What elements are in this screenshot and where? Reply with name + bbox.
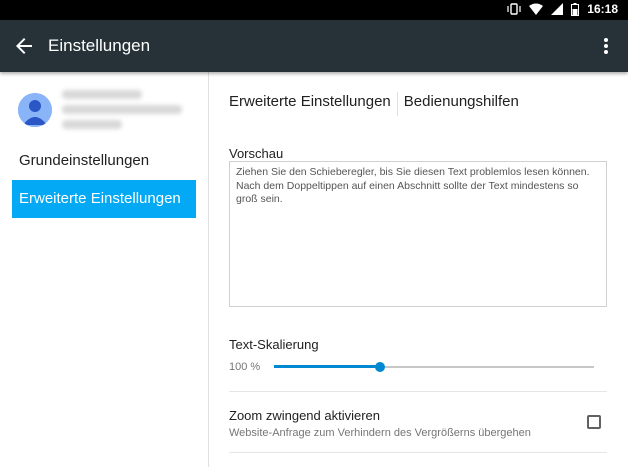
force-zoom-title: Zoom zwingend aktivieren	[229, 408, 381, 423]
divider	[229, 391, 607, 392]
force-zoom-subtitle: Website-Anfrage zum Verhindern des Vergr…	[229, 427, 531, 439]
status-bar: 16:18	[0, 0, 628, 20]
avatar	[18, 93, 52, 127]
wifi-icon	[529, 3, 544, 15]
tab-bedienungshilfen[interactable]: Bedienungshilfen	[404, 92, 519, 118]
account-info-redacted	[62, 90, 187, 140]
back-arrow-icon[interactable]	[12, 34, 36, 58]
vibrate-icon	[507, 3, 521, 15]
tab-divider	[396, 92, 398, 116]
main-content: Erweiterte Einstellungen Bedienungshilfe…	[209, 72, 628, 467]
tab-bar: Erweiterte Einstellungen Bedienungshilfe…	[229, 92, 519, 118]
account-header[interactable]	[18, 90, 198, 138]
sidebar-item-grundeinstellungen[interactable]: Grundeinstellungen	[12, 142, 196, 180]
battery-icon	[571, 2, 580, 16]
divider	[229, 452, 607, 453]
page-title: Einstellungen	[48, 36, 151, 55]
status-time: 16:18	[587, 2, 618, 16]
tab-erweiterte-einstellungen[interactable]: Erweiterte Einstellungen	[229, 92, 391, 118]
signal-icon	[551, 3, 564, 15]
preview-box: Ziehen Sie den Schieberegler, bis Sie di…	[229, 161, 607, 307]
force-zoom-checkbox[interactable]	[587, 415, 601, 429]
sidebar: Grundeinstellungen Erweiterte Einstellun…	[0, 72, 209, 467]
preview-label: Vorschau	[229, 146, 284, 161]
sidebar-item-erweiterte-einstellungen[interactable]: Erweiterte Einstellungen	[12, 180, 196, 218]
status-icons: 16:18	[507, 2, 618, 16]
slider-track-fill	[274, 365, 380, 368]
slider-thumb[interactable]	[374, 362, 385, 372]
overflow-menu-icon[interactable]	[594, 34, 618, 58]
text-scaling-label: Text-Skalierung	[229, 337, 319, 352]
person-icon	[18, 93, 52, 127]
text-scaling-value: 100 %	[229, 361, 261, 373]
app-bar: Einstellungen	[0, 20, 628, 72]
text-scaling-slider[interactable]	[274, 361, 594, 373]
